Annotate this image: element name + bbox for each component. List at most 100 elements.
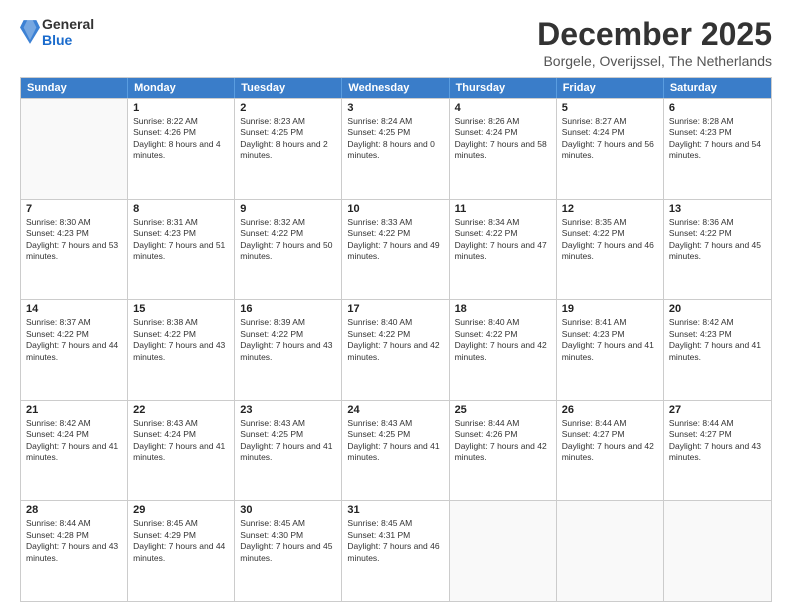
cell-date: 10: [347, 203, 443, 215]
calendar-week-3: 14 Sunrise: 8:37 AM Sunset: 4:22 PM Dayli…: [21, 299, 771, 400]
calendar-cell: 18Sunrise: 8:40 AM Sunset: 4:22 PM Dayli…: [450, 300, 557, 400]
cell-date: 15: [133, 303, 229, 315]
calendar-cell: [21, 99, 128, 199]
header-day-sunday: Sunday: [21, 78, 128, 98]
calendar-week-2: 7 Sunrise: 8:30 AM Sunset: 4:23 PM Daylig…: [21, 199, 771, 300]
calendar-cell: 23 Sunrise: 8:43 AM Sunset: 4:25 PM Dayli…: [235, 401, 342, 501]
cell-info: Sunrise: 8:39 AM Sunset: 4:22 PM Dayligh…: [240, 317, 336, 363]
calendar-cell: 3 Sunrise: 8:24 AM Sunset: 4:25 PM Daylig…: [342, 99, 449, 199]
cell-info: Sunrise: 8:24 AM Sunset: 4:25 PM Dayligh…: [347, 116, 443, 162]
logo-text: General Blue: [42, 16, 94, 48]
calendar-cell: 2 Sunrise: 8:23 AM Sunset: 4:25 PM Daylig…: [235, 99, 342, 199]
cell-date: 5: [562, 102, 658, 114]
logo-blue-text: Blue: [42, 32, 94, 48]
subtitle: Borgele, Overijssel, The Netherlands: [537, 53, 772, 69]
cell-info: Sunrise: 8:42 AM Sunset: 4:24 PM Dayligh…: [26, 418, 122, 464]
cell-info: Sunrise: 8:36 AM Sunset: 4:22 PM Dayligh…: [669, 217, 766, 263]
calendar-week-4: 21 Sunrise: 8:42 AM Sunset: 4:24 PM Dayli…: [21, 400, 771, 501]
cell-info: Sunrise: 8:35 AM Sunset: 4:22 PM Dayligh…: [562, 217, 658, 263]
cell-info: Sunrise: 8:43 AM Sunset: 4:25 PM Dayligh…: [240, 418, 336, 464]
cell-info: Sunrise: 8:44 AM Sunset: 4:27 PM Dayligh…: [669, 418, 766, 464]
cell-date: 1: [133, 102, 229, 114]
cell-date: 7: [26, 203, 122, 215]
cell-date: 16: [240, 303, 336, 315]
cell-date: 12: [562, 203, 658, 215]
cell-date: 2: [240, 102, 336, 114]
calendar-cell: 10 Sunrise: 8:33 AM Sunset: 4:22 PM Dayli…: [342, 200, 449, 300]
cell-info: Sunrise: 8:44 AM Sunset: 4:28 PM Dayligh…: [26, 518, 122, 564]
cell-date: 11: [455, 203, 551, 215]
header-day-wednesday: Wednesday: [342, 78, 449, 98]
calendar-cell: 26 Sunrise: 8:44 AM Sunset: 4:27 PM Dayli…: [557, 401, 664, 501]
calendar-cell: 25Sunrise: 8:44 AM Sunset: 4:26 PM Dayli…: [450, 401, 557, 501]
cell-date: 26: [562, 404, 658, 416]
calendar-cell: 27 Sunrise: 8:44 AM Sunset: 4:27 PM Dayli…: [664, 401, 771, 501]
header-day-thursday: Thursday: [450, 78, 557, 98]
cell-date: 20: [669, 303, 766, 315]
cell-info: Sunrise: 8:38 AM Sunset: 4:22 PM Dayligh…: [133, 317, 229, 363]
calendar-cell: 5 Sunrise: 8:27 AM Sunset: 4:24 PM Daylig…: [557, 99, 664, 199]
calendar-cell: [664, 501, 771, 601]
cell-date: 9: [240, 203, 336, 215]
cell-date: 21: [26, 404, 122, 416]
cell-date: 8: [133, 203, 229, 215]
calendar: SundayMondayTuesdayWednesdayThursdayFrid…: [20, 77, 772, 602]
calendar-cell: 6Sunrise: 8:28 AM Sunset: 4:23 PM Daylig…: [664, 99, 771, 199]
cell-date: 29: [133, 504, 229, 516]
cell-info: Sunrise: 8:30 AM Sunset: 4:23 PM Dayligh…: [26, 217, 122, 263]
cell-date: 27: [669, 404, 766, 416]
cell-info: Sunrise: 8:43 AM Sunset: 4:25 PM Dayligh…: [347, 418, 443, 464]
calendar-cell: 19Sunrise: 8:41 AM Sunset: 4:23 PM Dayli…: [557, 300, 664, 400]
cell-info: Sunrise: 8:27 AM Sunset: 4:24 PM Dayligh…: [562, 116, 658, 162]
calendar-cell: 13 Sunrise: 8:36 AM Sunset: 4:22 PM Dayli…: [664, 200, 771, 300]
cell-info: Sunrise: 8:23 AM Sunset: 4:25 PM Dayligh…: [240, 116, 336, 162]
cell-info: Sunrise: 8:45 AM Sunset: 4:31 PM Dayligh…: [347, 518, 443, 564]
cell-info: Sunrise: 8:44 AM Sunset: 4:27 PM Dayligh…: [562, 418, 658, 464]
calendar-cell: 8 Sunrise: 8:31 AM Sunset: 4:23 PM Daylig…: [128, 200, 235, 300]
calendar-cell: 20 Sunrise: 8:42 AM Sunset: 4:23 PM Dayli…: [664, 300, 771, 400]
cell-date: 13: [669, 203, 766, 215]
logo-general-text: General: [42, 16, 94, 32]
calendar-body: 1 Sunrise: 8:22 AM Sunset: 4:26 PM Daylig…: [21, 98, 771, 601]
cell-info: Sunrise: 8:37 AM Sunset: 4:22 PM Dayligh…: [26, 317, 122, 363]
calendar-cell: 9Sunrise: 8:32 AM Sunset: 4:22 PM Daylig…: [235, 200, 342, 300]
cell-date: 30: [240, 504, 336, 516]
calendar-header: SundayMondayTuesdayWednesdayThursdayFrid…: [21, 78, 771, 98]
cell-info: Sunrise: 8:22 AM Sunset: 4:26 PM Dayligh…: [133, 116, 229, 162]
page: General Blue December 2025 Borgele, Over…: [0, 0, 792, 612]
header-day-tuesday: Tuesday: [235, 78, 342, 98]
title-block: December 2025 Borgele, Overijssel, The N…: [537, 16, 772, 69]
calendar-cell: 11Sunrise: 8:34 AM Sunset: 4:22 PM Dayli…: [450, 200, 557, 300]
cell-date: 4: [455, 102, 551, 114]
calendar-cell: 31 Sunrise: 8:45 AM Sunset: 4:31 PM Dayli…: [342, 501, 449, 601]
calendar-cell: [450, 501, 557, 601]
cell-info: Sunrise: 8:33 AM Sunset: 4:22 PM Dayligh…: [347, 217, 443, 263]
cell-info: Sunrise: 8:31 AM Sunset: 4:23 PM Dayligh…: [133, 217, 229, 263]
calendar-cell: 29Sunrise: 8:45 AM Sunset: 4:29 PM Dayli…: [128, 501, 235, 601]
cell-info: Sunrise: 8:28 AM Sunset: 4:23 PM Dayligh…: [669, 116, 766, 162]
calendar-cell: 16 Sunrise: 8:39 AM Sunset: 4:22 PM Dayli…: [235, 300, 342, 400]
calendar-cell: [557, 501, 664, 601]
calendar-cell: 21 Sunrise: 8:42 AM Sunset: 4:24 PM Dayli…: [21, 401, 128, 501]
header-day-friday: Friday: [557, 78, 664, 98]
cell-info: Sunrise: 8:42 AM Sunset: 4:23 PM Dayligh…: [669, 317, 766, 363]
calendar-cell: 30 Sunrise: 8:45 AM Sunset: 4:30 PM Dayli…: [235, 501, 342, 601]
header: General Blue December 2025 Borgele, Over…: [20, 16, 772, 69]
calendar-cell: 28Sunrise: 8:44 AM Sunset: 4:28 PM Dayli…: [21, 501, 128, 601]
cell-date: 23: [240, 404, 336, 416]
cell-date: 22: [133, 404, 229, 416]
calendar-cell: 14 Sunrise: 8:37 AM Sunset: 4:22 PM Dayli…: [21, 300, 128, 400]
calendar-cell: 15 Sunrise: 8:38 AM Sunset: 4:22 PM Dayli…: [128, 300, 235, 400]
header-day-monday: Monday: [128, 78, 235, 98]
cell-date: 14: [26, 303, 122, 315]
cell-info: Sunrise: 8:44 AM Sunset: 4:26 PM Dayligh…: [455, 418, 551, 464]
calendar-cell: 12 Sunrise: 8:35 AM Sunset: 4:22 PM Dayli…: [557, 200, 664, 300]
cell-info: Sunrise: 8:43 AM Sunset: 4:24 PM Dayligh…: [133, 418, 229, 464]
cell-date: 18: [455, 303, 551, 315]
cell-info: Sunrise: 8:40 AM Sunset: 4:22 PM Dayligh…: [347, 317, 443, 363]
cell-info: Sunrise: 8:45 AM Sunset: 4:30 PM Dayligh…: [240, 518, 336, 564]
main-title: December 2025: [537, 16, 772, 53]
cell-date: 31: [347, 504, 443, 516]
calendar-cell: 7 Sunrise: 8:30 AM Sunset: 4:23 PM Daylig…: [21, 200, 128, 300]
cell-date: 3: [347, 102, 443, 114]
